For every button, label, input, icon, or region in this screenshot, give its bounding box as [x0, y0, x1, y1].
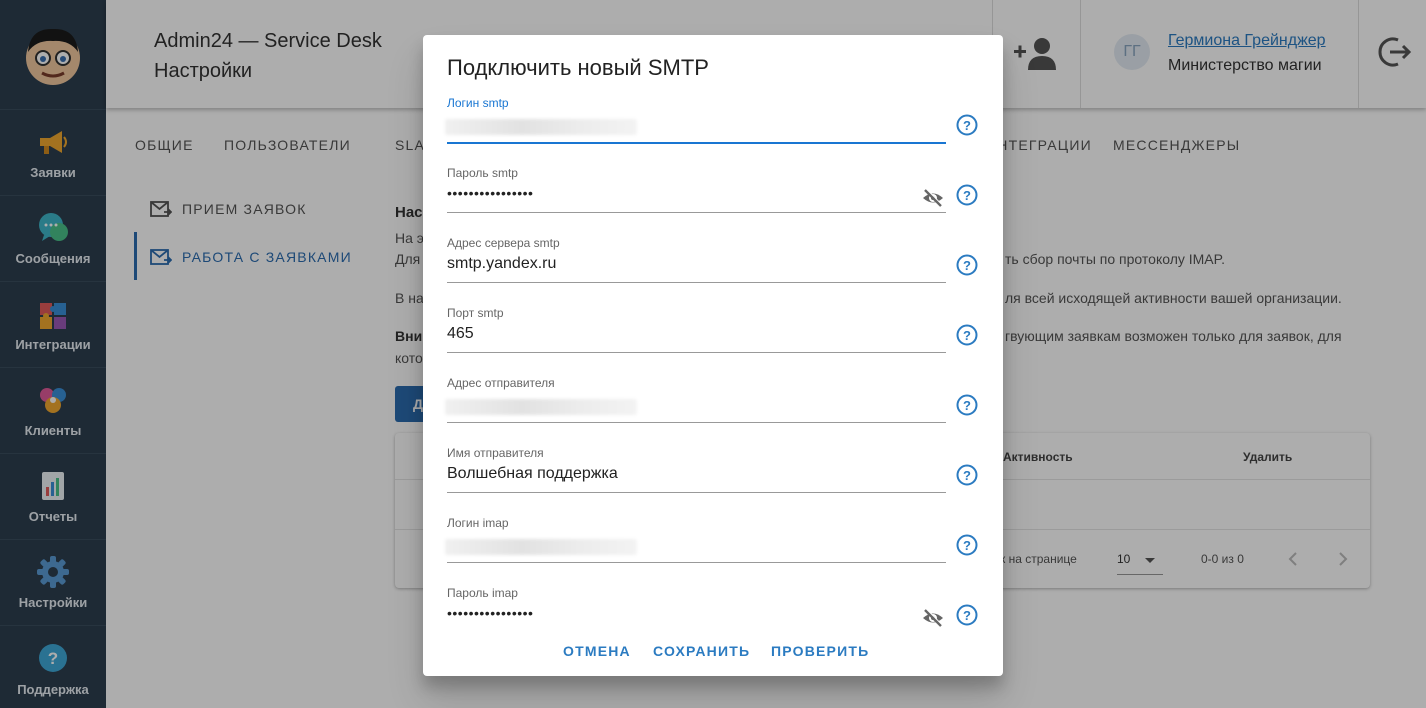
redacted-value: [445, 119, 637, 135]
field-label: Имя отправителя: [447, 446, 544, 460]
svg-text:?: ?: [963, 258, 971, 273]
field-label: Логин smtp: [447, 96, 509, 110]
dialog-title: Подключить новый SMTP: [447, 55, 709, 80]
eye-off-icon[interactable]: [921, 186, 945, 210]
svg-text:?: ?: [963, 398, 971, 413]
help-circle-icon[interactable]: ?: [956, 604, 978, 626]
password-value: ••••••••••••••••: [447, 605, 534, 621]
help-circle-icon[interactable]: ?: [956, 324, 978, 346]
field-label: Адрес сервера smtp: [447, 236, 560, 250]
imap-login-field[interactable]: Логин imap: [445, 516, 946, 586]
field-underline: [447, 352, 946, 353]
svg-text:?: ?: [963, 118, 971, 133]
svg-text:?: ?: [963, 608, 971, 623]
field-value: smtp.yandex.ru: [447, 255, 557, 272]
svg-text:?: ?: [963, 328, 971, 343]
field-label: Логин imap: [447, 516, 509, 530]
cancel-button[interactable]: ОТМЕНА: [563, 643, 631, 659]
smtp-server-field[interactable]: Адрес сервера smtp smtp.yandex.ru: [447, 236, 946, 306]
check-button[interactable]: ПРОВЕРИТЬ: [771, 643, 869, 659]
smtp-port-field[interactable]: Порт smtp 465: [447, 306, 946, 376]
smtp-password-field[interactable]: Пароль smtp ••••••••••••••••: [447, 166, 946, 236]
help-circle-icon[interactable]: ?: [956, 184, 978, 206]
sender-address-field[interactable]: Адрес отправителя: [445, 376, 946, 446]
help-circle-icon[interactable]: ?: [956, 464, 978, 486]
field-label: Пароль smtp: [447, 166, 518, 180]
smtp-dialog: Подключить новый SMTP Логин smtp ? Парол…: [423, 35, 1003, 676]
field-underline: [447, 562, 946, 563]
sender-name-field[interactable]: Имя отправителя Волшебная поддержка: [447, 446, 946, 516]
help-circle-icon[interactable]: ?: [956, 394, 978, 416]
field-label: Адрес отправителя: [447, 376, 555, 390]
save-button[interactable]: СОХРАНИТЬ: [653, 643, 750, 659]
redacted-value: [445, 539, 637, 555]
redacted-value: [445, 399, 637, 415]
field-value: Волшебная поддержка: [447, 465, 618, 482]
smtp-login-field[interactable]: Логин smtp: [445, 96, 946, 166]
eye-off-icon[interactable]: [921, 606, 945, 630]
field-underline: [447, 142, 946, 144]
imap-password-field[interactable]: Пароль imap ••••••••••••••••: [447, 586, 946, 627]
field-value: 465: [447, 325, 474, 342]
svg-text:?: ?: [963, 188, 971, 203]
help-circle-icon[interactable]: ?: [956, 114, 978, 136]
field-label: Порт smtp: [447, 306, 504, 320]
field-underline: [447, 212, 946, 213]
field-underline: [447, 492, 946, 493]
svg-text:?: ?: [963, 538, 971, 553]
field-underline: [447, 282, 946, 283]
password-value: ••••••••••••••••: [447, 185, 534, 201]
help-circle-icon[interactable]: ?: [956, 254, 978, 276]
svg-text:?: ?: [963, 468, 971, 483]
field-label: Пароль imap: [447, 586, 518, 600]
help-circle-icon[interactable]: ?: [956, 534, 978, 556]
field-underline: [447, 422, 946, 423]
